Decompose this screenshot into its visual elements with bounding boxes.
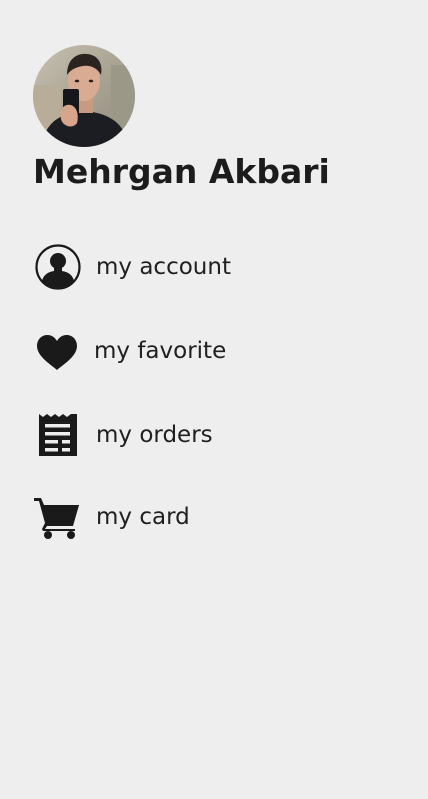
heart-icon <box>33 327 81 375</box>
menu-item-my-orders[interactable]: my orders <box>33 411 393 459</box>
menu-item-my-favorite[interactable]: my favorite <box>33 327 393 375</box>
navigation-drawer: Mehrgan Akbari my account my favorite my… <box>0 0 428 799</box>
account-circle-icon <box>33 243 81 291</box>
menu-item-my-card[interactable]: my card <box>33 493 393 541</box>
avatar[interactable] <box>33 45 135 147</box>
receipt-icon <box>33 411 81 459</box>
user-name: Mehrgan Akbari <box>33 152 330 191</box>
menu-item-label: my orders <box>96 422 213 448</box>
menu-item-label: my favorite <box>94 338 227 364</box>
menu-item-label: my card <box>96 504 190 530</box>
menu-item-my-account[interactable]: my account <box>33 243 393 291</box>
menu-item-label: my account <box>96 254 231 280</box>
shopping-cart-icon <box>33 493 81 541</box>
profile-photo-icon <box>33 45 135 147</box>
